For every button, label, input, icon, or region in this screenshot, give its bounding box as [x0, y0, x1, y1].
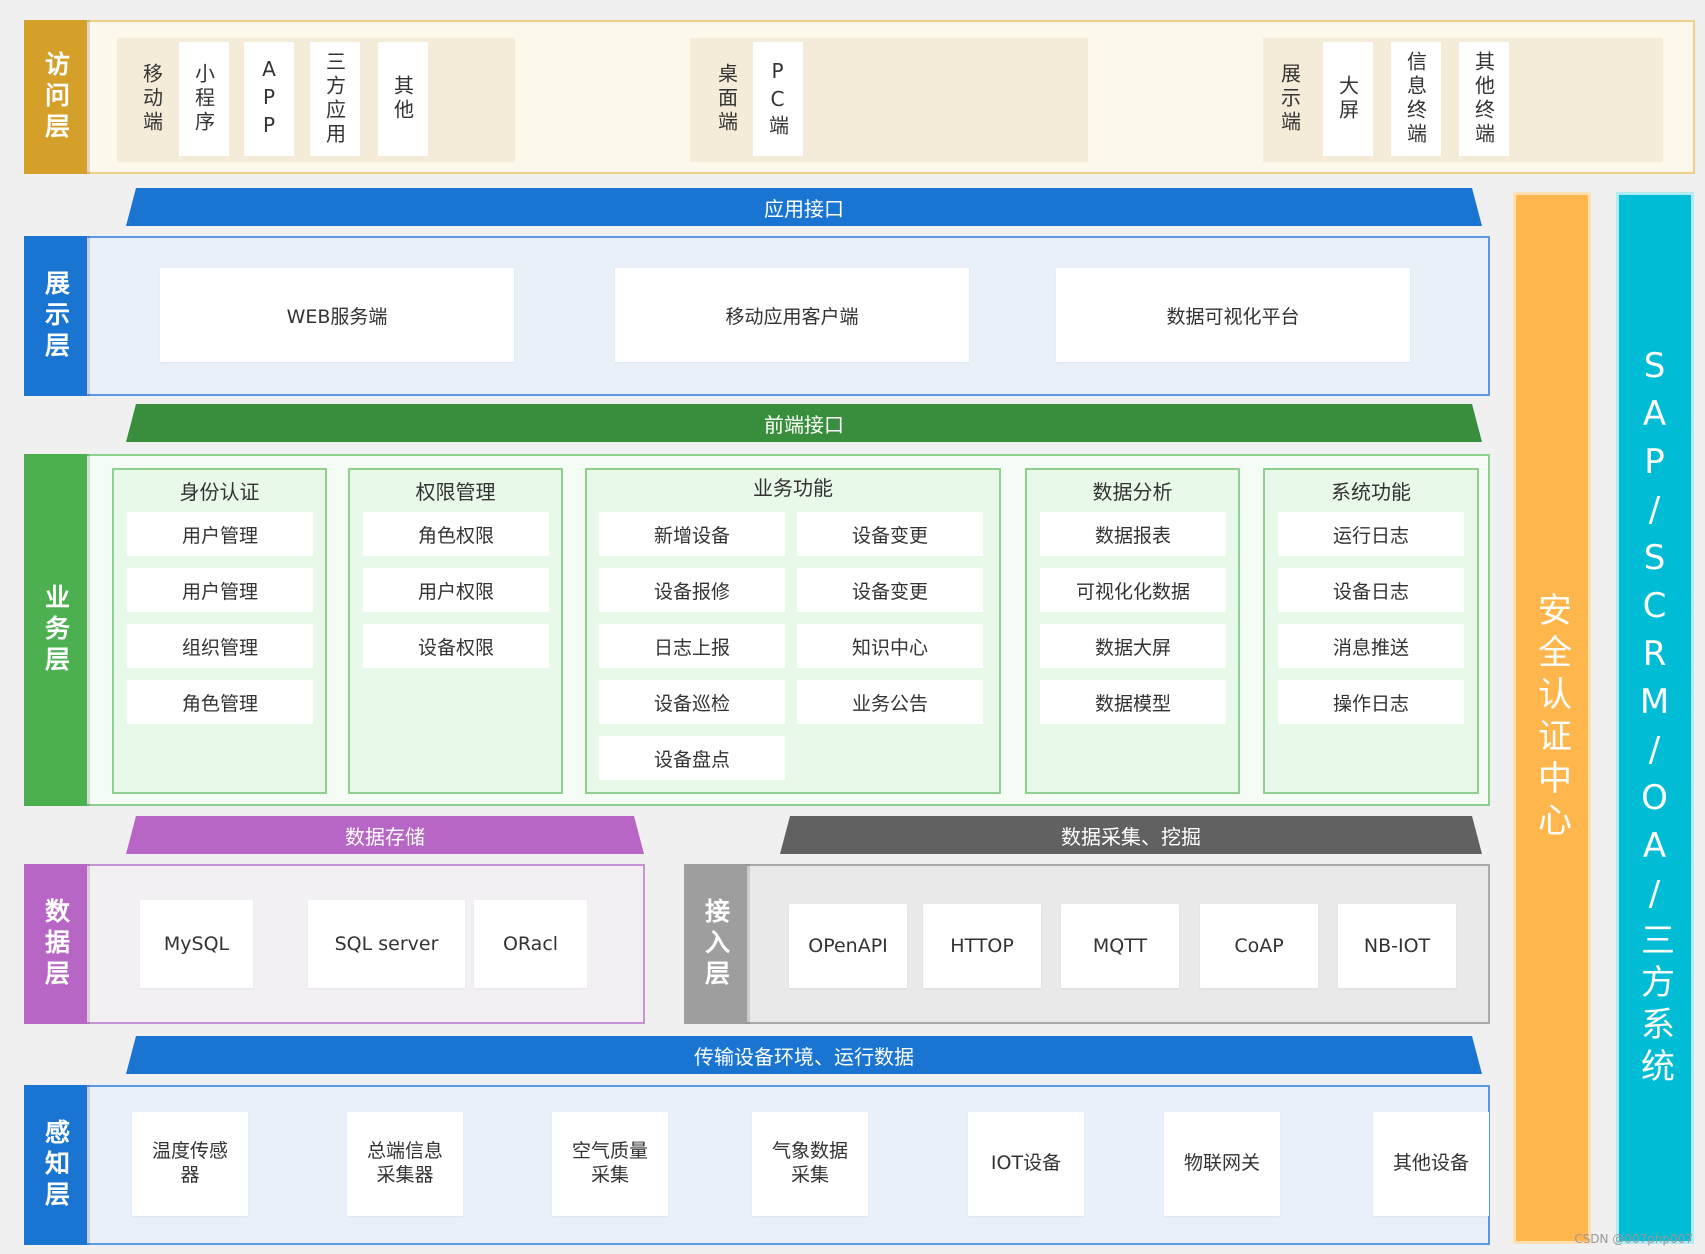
permission-item-0: 角色权限 [363, 512, 549, 556]
permission-item-2: 设备权限 [363, 624, 549, 668]
perception-item-1: 总端信息采集器 [347, 1112, 463, 1216]
business-left-item-4: 设备盘点 [599, 736, 785, 780]
perception-layer-label: 感知层 [24, 1085, 90, 1245]
business-right-item-3: 业务公告 [797, 680, 983, 724]
access-screen-item-3: 其他终端 [1459, 42, 1509, 156]
analysis-item-2: 数据大屏 [1040, 624, 1226, 668]
third-party-bar: SAP/SCRM/OA/三方系统 [1616, 192, 1694, 1244]
web-server-box: WEB服务端 [160, 268, 514, 362]
access-desktop-item-0: 桌面端 [714, 63, 739, 135]
oracle-box: ORacl [474, 900, 587, 988]
frontend-interface-banner: 前端接口 [126, 404, 1482, 442]
access-screen-item-0: 展示端 [1277, 63, 1302, 135]
access-screen-item-2: 信息终端 [1391, 42, 1441, 156]
analysis-title: 数据分析 [1092, 480, 1173, 504]
identity-title: 身份认证 [179, 480, 260, 504]
system-item-2: 消息推送 [1278, 624, 1464, 668]
access-desktop-item-1: PC端 [753, 42, 803, 156]
system-title: 系统功能 [1331, 480, 1411, 504]
identity-item-0: 用户管理 [127, 512, 313, 556]
access-item-2: APP [244, 42, 294, 156]
access-item-4: 其他 [378, 42, 428, 156]
system-item-1: 设备日志 [1278, 568, 1464, 612]
perception-item-0: 温度传感器 [132, 1112, 248, 1216]
access-in-item-3: CoAP [1200, 904, 1318, 988]
mysql-box: MySQL [140, 900, 253, 988]
data-collect-banner: 数据采集、挖掘 [780, 816, 1482, 854]
access-in-item-2: MQTT [1061, 904, 1179, 988]
permission-column: 权限管理 角色权限用户权限设备权限 [348, 468, 563, 794]
access-in-item-1: HTTOP [923, 904, 1041, 988]
third-party-text: SAP/SCRM/OA/三方系统 [1634, 346, 1675, 1090]
perception-item-2: 空气质量采集 [552, 1112, 668, 1216]
business-right-item-2: 知识中心 [797, 624, 983, 668]
access-in-item-4: NB-IOT [1338, 904, 1456, 988]
access-screen-item-1: 大屏 [1323, 42, 1373, 156]
sqlserver-box: SQL server [308, 900, 465, 988]
business-function-title: 业务功能 [753, 476, 833, 500]
business-function-column: 业务功能 新增设备 设备报修 日志上报 设备巡检 设备盘点 设备变更 设备变更 知识中心 业务公… [585, 468, 1001, 794]
perception-item-4: IOT设备 [968, 1112, 1084, 1216]
data-visual-platform-box: 数据可视化平台 [1056, 268, 1410, 362]
business-right-item-0: 设备变更 [797, 512, 983, 556]
identity-item-3: 角色管理 [127, 680, 313, 724]
analysis-item-3: 数据模型 [1040, 680, 1226, 724]
business-left-item-2: 日志上报 [599, 624, 785, 668]
business-layer-label: 业务层 [24, 454, 90, 806]
perception-item-6: 其他设备 [1373, 1112, 1489, 1216]
display-layer-label: 展示层 [24, 236, 90, 396]
watermark: CSDN @007php007 [1574, 1232, 1693, 1246]
transmission-banner: 传输设备环境、运行数据 [126, 1036, 1482, 1074]
identity-column: 身份认证 用户管理 用户管理 组织管理 角色管理 [112, 468, 327, 794]
data-storage-banner: 数据存储 [126, 816, 644, 854]
app-interface-banner: 应用接口 [126, 188, 1482, 226]
access-in-layer-label: 接入层 [684, 864, 750, 1024]
analysis-column: 数据分析 数据报表可视化化数据 数据大屏数据模型 [1025, 468, 1240, 794]
identity-item-1: 用户管理 [127, 568, 313, 612]
security-center-bar: 安全认证中心 [1513, 192, 1591, 1244]
analysis-item-0: 数据报表 [1040, 512, 1226, 556]
security-center-text: 安全认证中心 [1531, 592, 1572, 844]
access-item-0: 移动端 [139, 63, 164, 135]
perception-item-3: 气象数据采集 [752, 1112, 868, 1216]
permission-item-1: 用户权限 [363, 568, 549, 612]
access-item-3: 三方应用 [310, 42, 360, 156]
data-layer-label: 数据层 [24, 864, 90, 1024]
business-left-item-3: 设备巡检 [599, 680, 785, 724]
analysis-item-1: 可视化化数据 [1040, 568, 1226, 612]
access-item-1: 小程序 [179, 42, 229, 156]
access-in-item-0: OPenAPI [789, 904, 907, 988]
system-column: 系统功能 运行日志设备日志消息推送操作日志 [1263, 468, 1479, 794]
perception-item-5: 物联网关 [1164, 1112, 1280, 1216]
business-left-item-1: 设备报修 [599, 568, 785, 612]
access-layer-label: 访问层 [24, 20, 90, 174]
business-left-item-0: 新增设备 [599, 512, 785, 556]
system-item-3: 操作日志 [1278, 680, 1464, 724]
identity-item-2: 组织管理 [127, 624, 313, 668]
mobile-client-box: 移动应用客户端 [615, 268, 969, 362]
business-right-item-1: 设备变更 [797, 568, 983, 612]
permission-title: 权限管理 [415, 480, 496, 504]
system-item-0: 运行日志 [1278, 512, 1464, 556]
